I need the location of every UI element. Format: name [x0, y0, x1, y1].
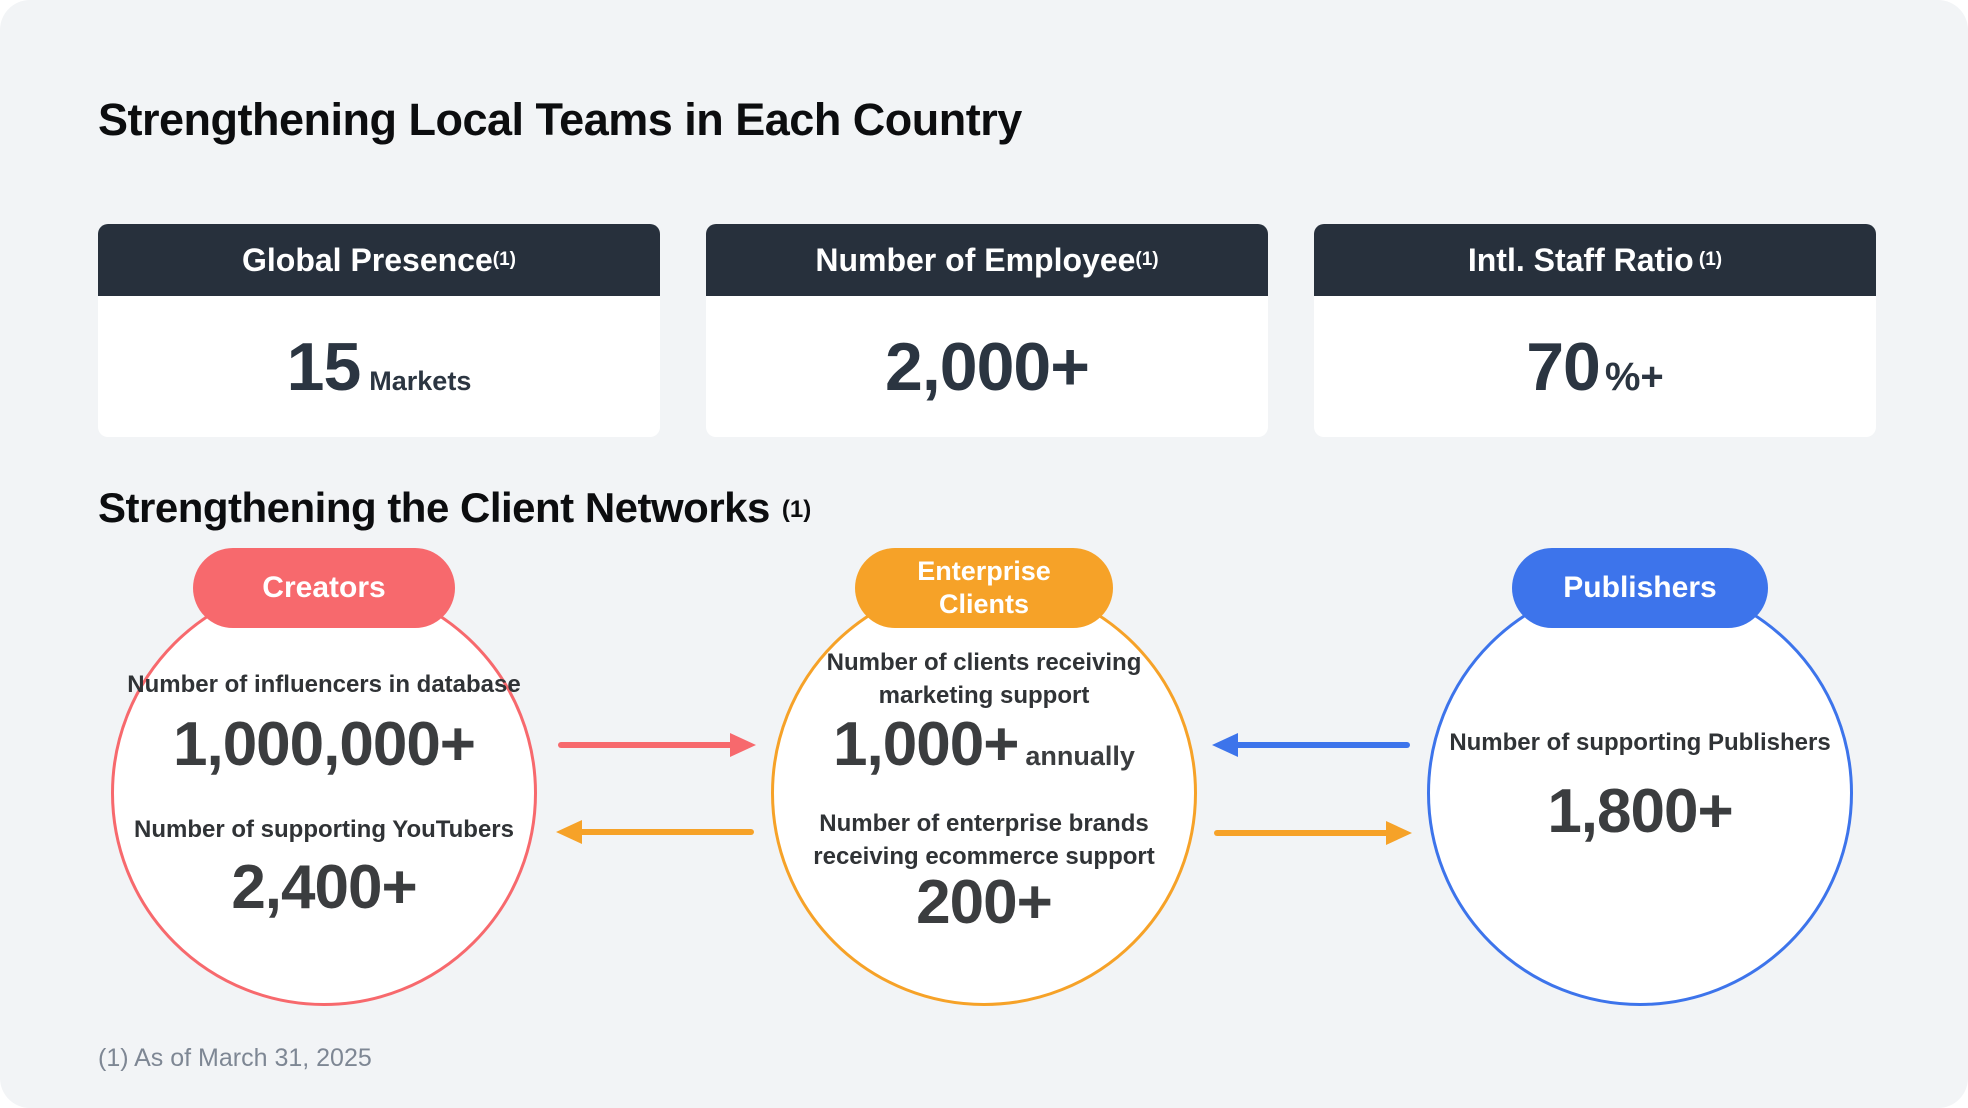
stat-value-suffix: %+	[1605, 355, 1664, 399]
slide-canvas: Strengthening Local Teams in Each Countr…	[0, 0, 1968, 1108]
stat-card-body: 2,000+	[706, 296, 1268, 437]
arrow-head-icon	[1386, 821, 1412, 845]
footnote-marker: (1)	[1135, 249, 1158, 271]
arrow-head-icon	[730, 733, 756, 757]
pill-label-line2: Clients	[939, 588, 1029, 621]
footnote-marker: (1)	[1694, 249, 1723, 271]
stat-card-header-label: Global Presence	[242, 242, 493, 279]
stat-card-header: Number of Employee(1)	[706, 224, 1268, 296]
footnote-marker: (1)	[782, 496, 811, 523]
enterprise-stat1-caption: Number of clients receiving marketing su…	[784, 646, 1184, 712]
arrow-shaft	[558, 742, 734, 748]
stat-value: 2,000+	[885, 329, 1089, 405]
creators-stat1-caption: Number of influencers in database	[94, 668, 554, 701]
stat-card-header: Global Presence(1)	[98, 224, 660, 296]
arrow-shaft	[1234, 742, 1410, 748]
stat-value-suffix: Markets	[369, 366, 471, 396]
stat-card-body: 70%+	[1314, 296, 1876, 437]
stat-card-header-label: Number of Employee	[815, 242, 1135, 279]
section1-title: Strengthening Local Teams in Each Countr…	[98, 94, 1022, 146]
enterprise-clients-circle	[771, 580, 1197, 1006]
publishers-stat1-value: 1,800+	[1410, 778, 1870, 846]
creators-pill: Creators	[193, 548, 455, 628]
stat-value: 1,000+	[833, 710, 1018, 779]
stat-card-header: Intl. Staff Ratio (1)	[1314, 224, 1876, 296]
arrow-head-icon	[1212, 733, 1238, 757]
creators-circle	[111, 580, 537, 1006]
enterprise-stat2-value: 200+	[754, 869, 1214, 937]
footnote-marker: (1)	[493, 249, 516, 271]
section2-title-text: Strengthening the Client Networks	[98, 484, 770, 531]
footnote: (1) As of March 31, 2025	[98, 1044, 372, 1073]
stat-value-suffix: annually	[1025, 741, 1135, 771]
stat-card-global-presence: Global Presence(1) 15 Markets	[98, 224, 660, 437]
arrow-head-icon	[556, 820, 582, 844]
creators-stat2-caption: Number of supporting YouTubers	[94, 813, 554, 846]
stat-card-body: 15 Markets	[98, 296, 660, 437]
creators-stat1-value: 1,000,000+	[94, 711, 554, 779]
stat-card-employees: Number of Employee(1) 2,000+	[706, 224, 1268, 437]
pill-label: Creators	[262, 571, 385, 605]
publishers-stat1-caption: Number of supporting Publishers	[1410, 726, 1870, 759]
pill-label: Enterprise	[917, 555, 1051, 588]
enterprise-stat2-caption: Number of enterprise brands receiving ec…	[784, 807, 1184, 873]
arrow-shaft	[578, 829, 754, 835]
arrow-shaft	[1214, 830, 1390, 836]
stat-value: 15	[287, 329, 361, 405]
enterprise-clients-pill: EnterpriseClients	[855, 548, 1113, 628]
stat-value: 70	[1526, 329, 1600, 405]
section2-title: Strengthening the Client Networks (1)	[98, 484, 811, 532]
enterprise-stat1-value: 1,000+annually	[754, 711, 1214, 790]
arrow-enterprise-to-publishers	[1212, 821, 1412, 845]
creators-stat2-value: 2,400+	[94, 854, 554, 922]
stat-card-header-label: Intl. Staff Ratio	[1468, 242, 1694, 279]
arrow-enterprise-to-creators	[556, 820, 756, 844]
pill-label: Publishers	[1563, 571, 1716, 605]
arrow-publishers-to-enterprise	[1212, 733, 1412, 757]
publishers-pill: Publishers	[1512, 548, 1768, 628]
arrow-creators-to-enterprise	[556, 733, 756, 757]
stat-card-intl-staff-ratio: Intl. Staff Ratio (1) 70%+	[1314, 224, 1876, 437]
